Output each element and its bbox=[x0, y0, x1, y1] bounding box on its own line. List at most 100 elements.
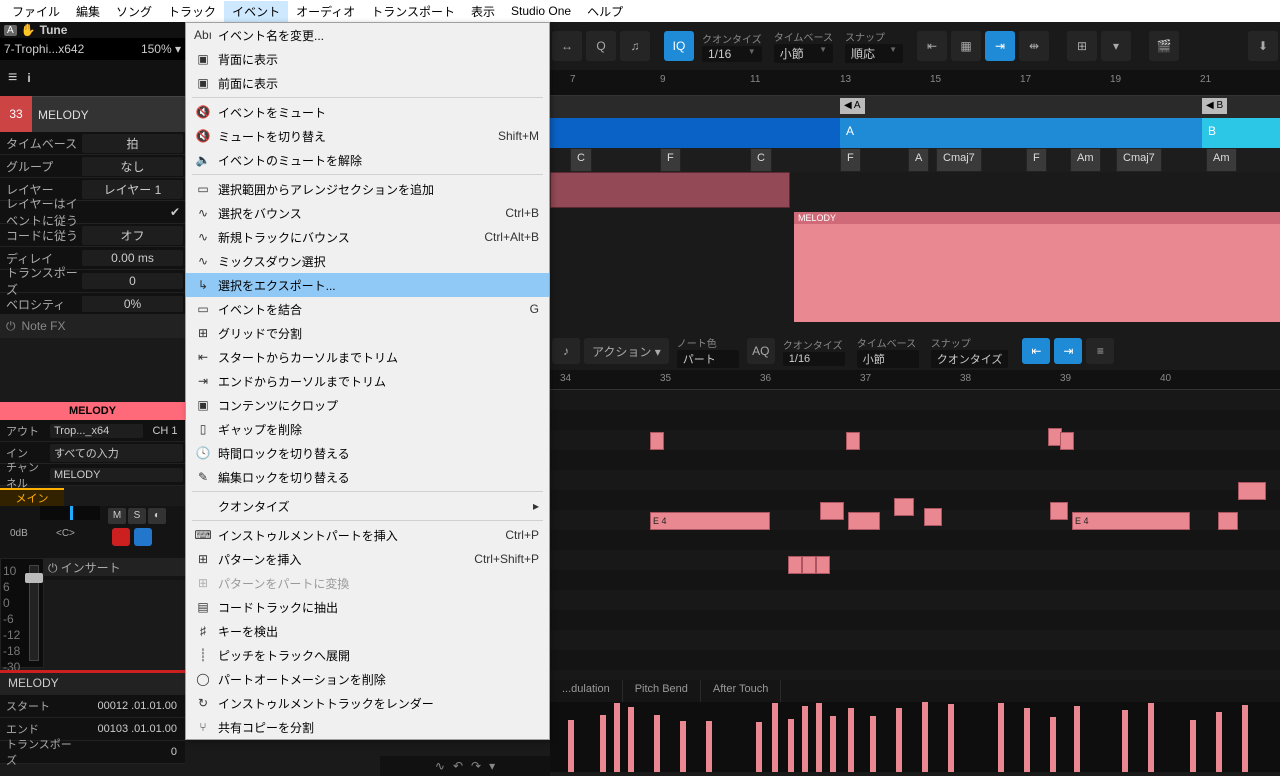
menu-ヘルプ[interactable]: ヘルプ bbox=[579, 1, 631, 22]
info-icon[interactable]: i bbox=[27, 71, 30, 85]
menu-item[interactable]: ◯パートオートメーションを削除 bbox=[186, 667, 549, 691]
menu-item[interactable]: ✎編集ロックを切り替える bbox=[186, 465, 549, 489]
checkbox[interactable]: ✔ bbox=[165, 205, 185, 219]
menu-item[interactable]: ⊞パターンを挿入Ctrl+Shift+P bbox=[186, 547, 549, 571]
note[interactable] bbox=[848, 512, 880, 530]
tool-button[interactable]: ↔ bbox=[552, 31, 582, 61]
iq-button[interactable]: IQ bbox=[664, 31, 694, 61]
velocity-bar[interactable] bbox=[772, 703, 778, 772]
note[interactable] bbox=[1060, 432, 1074, 450]
velocity-bar[interactable] bbox=[600, 715, 606, 772]
velocity-bar[interactable] bbox=[706, 721, 712, 772]
editor-ruler[interactable]: 34353637383940 bbox=[550, 370, 1280, 390]
menu-オーディオ[interactable]: オーディオ bbox=[288, 1, 363, 22]
controller-tab[interactable]: Pitch Bend bbox=[623, 680, 701, 702]
velocity-bar[interactable] bbox=[816, 703, 822, 772]
solo-button[interactable]: S bbox=[128, 508, 146, 524]
note[interactable] bbox=[924, 508, 942, 526]
controller-tab[interactable]: ...dulation bbox=[550, 680, 623, 702]
velocity-bar[interactable] bbox=[568, 720, 574, 772]
snap-grid-icon[interactable]: ▦ bbox=[951, 31, 981, 61]
velocity-bar[interactable] bbox=[870, 716, 876, 772]
prop-value[interactable]: 0 bbox=[82, 273, 183, 289]
note[interactable] bbox=[816, 556, 830, 574]
marker-row[interactable]: ◀ A◀ B bbox=[550, 96, 1280, 118]
velocity-bar[interactable] bbox=[1074, 706, 1080, 772]
note[interactable]: E 4 bbox=[650, 512, 770, 530]
pan-slider[interactable] bbox=[40, 506, 100, 520]
menu-item[interactable]: ┊ピッチをトラックへ展開 bbox=[186, 643, 549, 667]
prop-value[interactable]: なし bbox=[82, 157, 183, 176]
menu-表示[interactable]: 表示 bbox=[463, 1, 503, 22]
piano-roll[interactable]: E 4 E 4 bbox=[550, 390, 1280, 680]
velocity-bar[interactable] bbox=[948, 704, 954, 772]
dropdown-icon[interactable]: ▾ bbox=[489, 759, 495, 773]
menu-item[interactable]: ▣コンテンツにクロップ bbox=[186, 393, 549, 417]
menu-item[interactable]: ↳選択をエクスポート... bbox=[186, 273, 549, 297]
menu-item[interactable]: 🔈イベントのミュートを解除 bbox=[186, 148, 549, 172]
zoom-dropdown[interactable]: 150% ▾ bbox=[141, 42, 181, 56]
note[interactable] bbox=[650, 432, 664, 450]
note[interactable] bbox=[1238, 482, 1266, 500]
note[interactable] bbox=[802, 556, 816, 574]
tool-button[interactable]: ♫ bbox=[620, 31, 650, 61]
download-icon[interactable]: ⬇ bbox=[1248, 31, 1278, 61]
velocity-bar[interactable] bbox=[1050, 717, 1056, 772]
menu-item[interactable]: ∿新規トラックにバウンスCtrl+Alt+B bbox=[186, 225, 549, 249]
arrange-tracks[interactable]: MELODY bbox=[550, 172, 1280, 332]
velocity-bar[interactable] bbox=[830, 716, 836, 772]
note[interactable] bbox=[820, 502, 844, 520]
velocity-bar[interactable] bbox=[1122, 710, 1128, 772]
settings-icon[interactable]: ≡ bbox=[1086, 338, 1114, 364]
velocity-bar[interactable] bbox=[1242, 705, 1248, 773]
velocity-bar[interactable] bbox=[922, 702, 928, 772]
main-tab[interactable]: メイン bbox=[0, 488, 64, 506]
arranger-row[interactable]: AB bbox=[550, 118, 1280, 148]
menu-item[interactable]: ∿ミックスダウン選択 bbox=[186, 249, 549, 273]
note[interactable]: E 4 bbox=[1072, 512, 1190, 530]
track-header[interactable]: 33 MELODY bbox=[0, 96, 185, 132]
mute-button[interactable]: M bbox=[108, 508, 126, 524]
menu-Studio One[interactable]: Studio One bbox=[503, 2, 579, 20]
quantize-select[interactable]: 1/16▼ bbox=[702, 46, 762, 62]
velocity-bar[interactable] bbox=[896, 708, 902, 772]
velocity-bar[interactable] bbox=[802, 706, 808, 772]
menu-編集[interactable]: 編集 bbox=[68, 1, 108, 22]
menu-item[interactable]: 🔇ミュートを切り替えShift+M bbox=[186, 124, 549, 148]
velocity-bar[interactable] bbox=[998, 703, 1004, 772]
menu-トランスポート[interactable]: トランスポート bbox=[363, 1, 463, 22]
prop-value[interactable]: 0.00 ms bbox=[82, 250, 183, 266]
power-icon[interactable]: ⏻ bbox=[6, 319, 16, 334]
note[interactable] bbox=[894, 498, 914, 516]
undo-icon[interactable]: ↶ bbox=[453, 759, 463, 773]
menu-item[interactable]: ▣前面に表示 bbox=[186, 71, 549, 95]
velocity-lane[interactable] bbox=[550, 702, 1280, 772]
velocity-bar[interactable] bbox=[756, 722, 762, 772]
snap-end-icon[interactable]: ⇥ bbox=[1054, 338, 1082, 364]
menu-トラック[interactable]: トラック bbox=[160, 1, 224, 22]
velocity-bar[interactable] bbox=[614, 703, 620, 772]
prop-value[interactable]: 0% bbox=[82, 296, 183, 312]
menu-item[interactable]: Abıイベント名を変更... bbox=[186, 23, 549, 47]
velocity-bar[interactable] bbox=[654, 715, 660, 772]
snap-start-icon[interactable]: ⇤ bbox=[917, 31, 947, 61]
notefx-panel[interactable]: ⏻Note FX bbox=[0, 314, 185, 338]
velocity-bar[interactable] bbox=[1216, 712, 1222, 772]
output-select[interactable]: Trop..._x64 bbox=[50, 424, 143, 438]
timebase-select[interactable]: 小節▼ bbox=[774, 44, 833, 63]
channel-select[interactable]: MELODY bbox=[50, 468, 183, 482]
notecolor-select[interactable]: パート bbox=[677, 350, 739, 368]
input-select[interactable]: すべての入力 bbox=[50, 444, 183, 462]
note[interactable] bbox=[1050, 502, 1068, 520]
controller-tab[interactable]: After Touch bbox=[701, 680, 781, 702]
menu-item[interactable]: ⌨インストゥルメントパートを挿入Ctrl+P bbox=[186, 523, 549, 547]
menu-item[interactable]: 🔇イベントをミュート bbox=[186, 100, 549, 124]
quantize-select[interactable]: 1/16 bbox=[783, 352, 845, 366]
view-icon[interactable]: ⊞ bbox=[1067, 31, 1097, 61]
menu-item[interactable]: 🕓時間ロックを切り替える bbox=[186, 441, 549, 465]
note[interactable] bbox=[788, 556, 802, 574]
velocity-bar[interactable] bbox=[788, 719, 794, 772]
snap-select[interactable]: クオンタイズ bbox=[931, 350, 1009, 368]
note[interactable] bbox=[1218, 512, 1238, 530]
prop-value[interactable]: 00012 .01.01.00 bbox=[80, 700, 185, 712]
